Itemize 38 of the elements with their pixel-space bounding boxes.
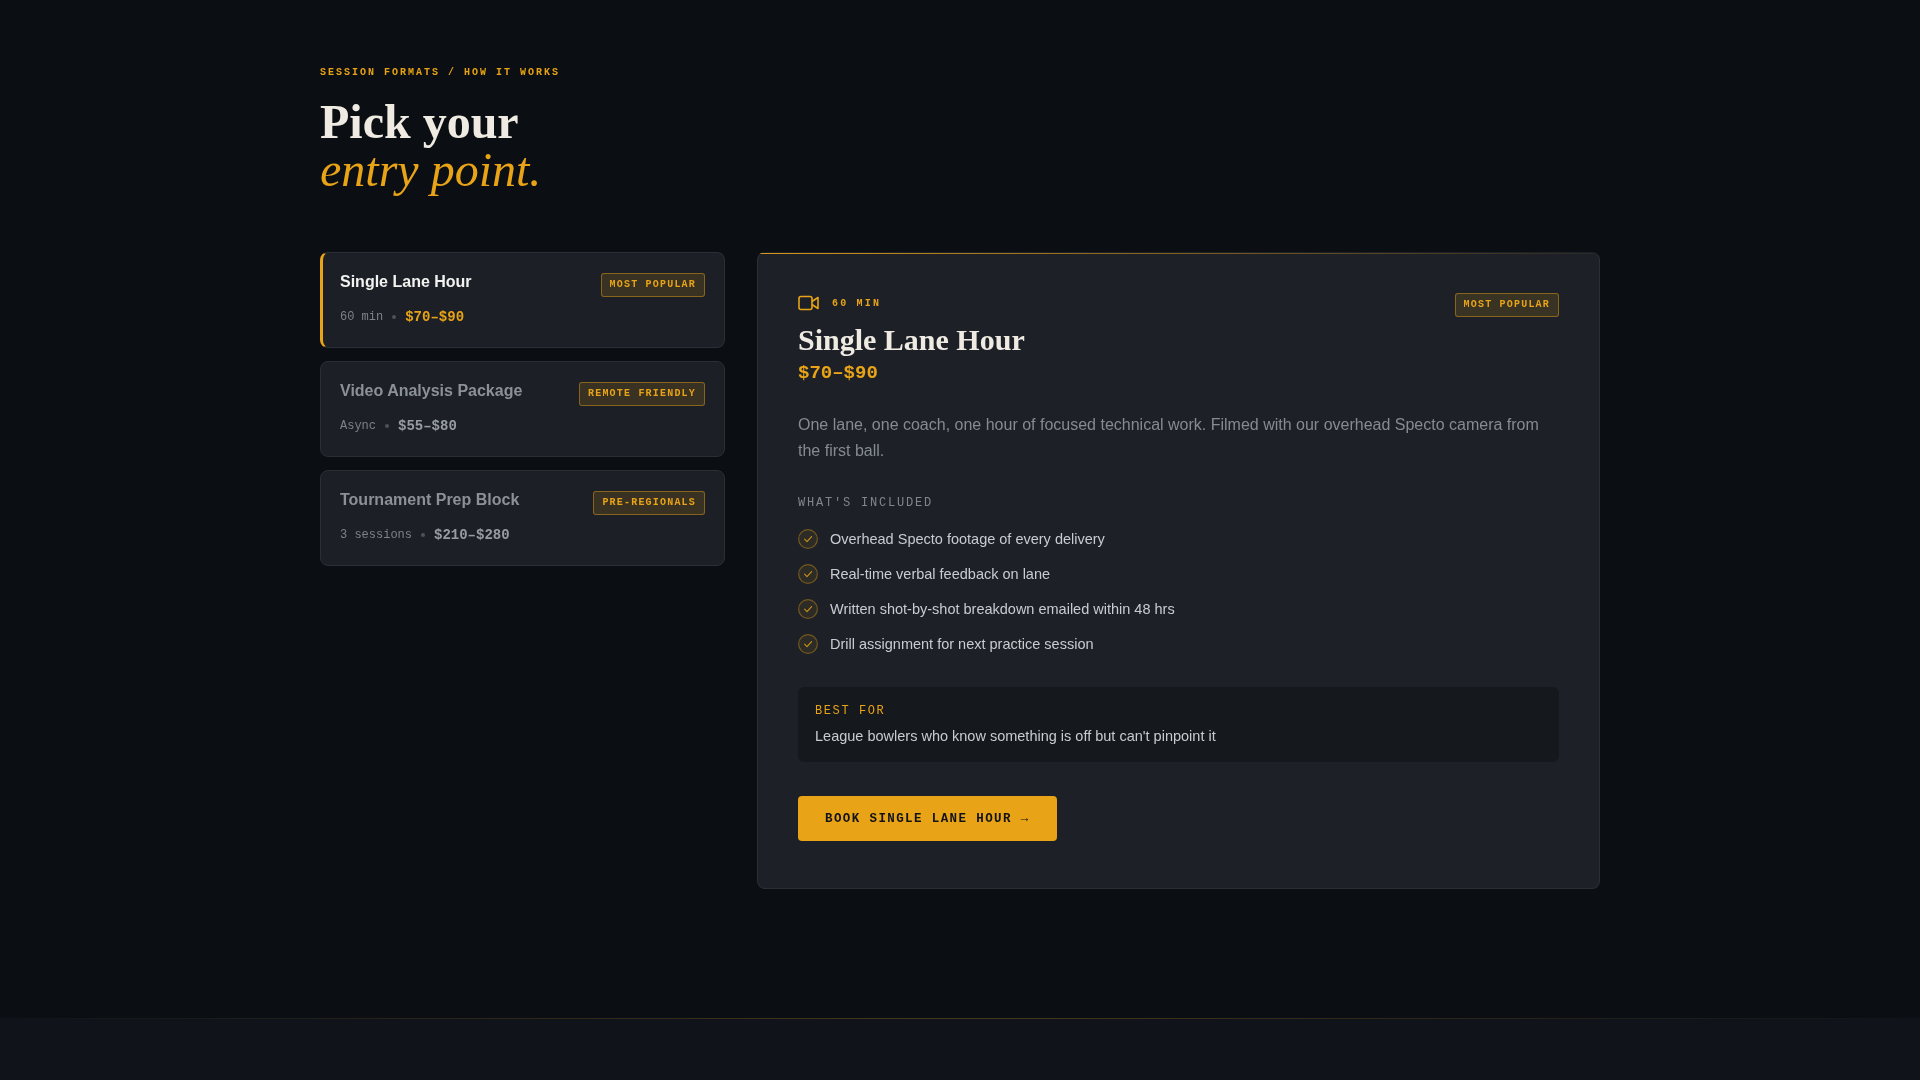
- format-duration: Async: [340, 418, 376, 435]
- included-item: Drill assignment for next practice session: [830, 635, 1094, 654]
- book-button[interactable]: BOOK SINGLE LANE HOUR →: [798, 796, 1057, 841]
- format-tag: REMOTE FRIENDLY: [579, 382, 705, 406]
- format-tag: MOST POPULAR: [600, 273, 705, 297]
- format-card[interactable]: Single Lane Hour MOST POPULAR 60 min $70–$90: [320, 252, 725, 348]
- format-card[interactable]: Tournament Prep Block PRE-REGIONALS 3 sessions $210–$280: [320, 470, 725, 566]
- detail-duration: 60 MIN: [832, 297, 882, 309]
- format-title: Tournament Prep Block: [340, 490, 520, 510]
- format-title: Video Analysis Package: [340, 381, 523, 401]
- detail-price: $70–$90: [798, 361, 879, 386]
- check-icon: [798, 529, 818, 549]
- format-card[interactable]: Video Analysis Package REMOTE FRIENDLY Async $55–$80: [320, 361, 725, 457]
- format-duration: 60 min: [340, 309, 384, 326]
- separator-dot-icon: [385, 424, 389, 428]
- video-camera-icon: [798, 295, 819, 311]
- included-item: Real-time verbal feedback on lane: [830, 565, 1051, 584]
- detail-tag: MOST POPULAR: [1454, 293, 1559, 317]
- included-item: Written shot-by-shot breakdown emailed within 48 hrs: [830, 600, 1175, 619]
- format-duration: 3 sessions: [340, 527, 412, 544]
- best-for-label: BEST FOR: [815, 703, 887, 720]
- eyebrow-label: SESSION FORMATS / HOW IT WORKS: [320, 66, 562, 80]
- check-icon: [798, 599, 818, 619]
- format-tag: PRE-REGIONALS: [593, 491, 705, 515]
- format-price: $210–$280: [434, 526, 510, 544]
- included-item: Overhead Specto footage of every delivery: [830, 530, 1105, 549]
- format-price: $55–$80: [398, 417, 457, 435]
- best-for-text: League bowlers who know something is off but can't pinpoint it: [815, 727, 1217, 746]
- check-icon: [798, 564, 818, 584]
- detail-title: Single Lane Hour: [798, 322, 1025, 358]
- page-heading: Pick your: [320, 98, 519, 146]
- detail-description: One lane, one coach, one hour of focused technical work. Filmed with our overhead Specto camera from the first ball.: [798, 415, 1540, 461]
- format-price: $70–$90: [405, 308, 465, 326]
- check-icon: [798, 634, 818, 654]
- separator-dot-icon: [421, 533, 425, 537]
- separator-dot-icon: [392, 315, 397, 319]
- format-title: Single Lane Hour: [340, 272, 472, 292]
- included-heading: WHAT'S INCLUDED: [798, 495, 935, 511]
